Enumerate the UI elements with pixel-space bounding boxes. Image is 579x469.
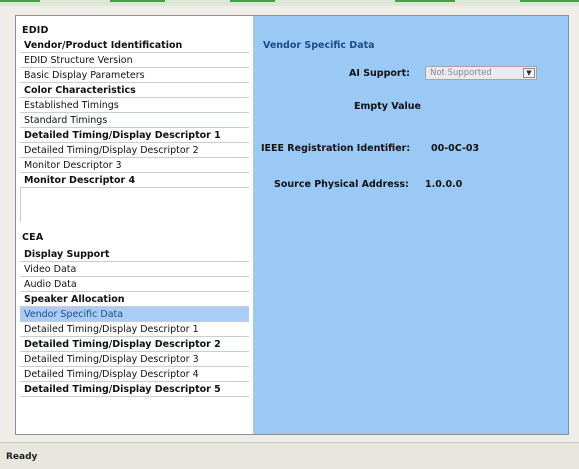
list-item-display-support[interactable]: Display Support	[20, 247, 249, 262]
list-item-video-data[interactable]: Video Data	[20, 262, 249, 277]
empty-value-label: Empty Value	[354, 101, 421, 112]
audio-support-dropdown[interactable]: Not Supported ▼	[425, 66, 537, 80]
list-item-standard-timings[interactable]: Standard Timings	[20, 113, 249, 128]
editor-frame: EDID Vendor/Product Identification EDID …	[15, 15, 569, 435]
list-item-cea-descriptor-4[interactable]: Detailed Timing/Display Descriptor 4	[20, 367, 249, 382]
source-physical-address-value: 1.0.0.0	[425, 179, 463, 190]
list-item-vendor-product[interactable]: Vendor/Product Identification	[20, 38, 249, 53]
list-item-cea-descriptor-2[interactable]: Detailed Timing/Display Descriptor 2	[20, 337, 249, 352]
top-strip	[0, 0, 579, 6]
list-item-basic-display[interactable]: Basic Display Parameters	[20, 68, 249, 83]
list-item-edid-version[interactable]: EDID Structure Version	[20, 53, 249, 68]
list-item-cea-descriptor-5[interactable]: Detailed Timing/Display Descriptor 5	[20, 382, 249, 397]
list-item-audio-data[interactable]: Audio Data	[20, 277, 249, 292]
list-item-monitor-descriptor-3[interactable]: Monitor Descriptor 3	[20, 158, 249, 173]
edid-group-header: EDID	[22, 25, 49, 36]
list-item-speaker-allocation[interactable]: Speaker Allocation	[20, 292, 249, 307]
source-physical-address-label: Source Physical Address:	[274, 179, 409, 190]
list-item-edid-descriptor-2[interactable]: Detailed Timing/Display Descriptor 2	[20, 143, 249, 158]
chevron-down-icon[interactable]: ▼	[523, 68, 535, 78]
status-bar: Ready	[0, 442, 579, 469]
panel-title: Vendor Specific Data	[263, 40, 375, 51]
section-list: EDID Vendor/Product Identification EDID …	[16, 16, 254, 434]
cea-group-header: CEA	[22, 232, 44, 243]
audio-support-label: AI Support:	[349, 68, 410, 79]
list-item-cea-descriptor-1[interactable]: Detailed Timing/Display Descriptor 1	[20, 322, 249, 337]
list-item-established-timings[interactable]: Established Timings	[20, 98, 249, 113]
audio-support-value: Not Supported	[430, 68, 492, 78]
list-item-color-characteristics[interactable]: Color Characteristics	[20, 83, 249, 98]
status-text: Ready	[6, 452, 38, 462]
list-item-cea-descriptor-3[interactable]: Detailed Timing/Display Descriptor 3	[20, 352, 249, 367]
ieee-registration-label: IEEE Registration Identifier:	[261, 143, 411, 154]
list-item-vendor-specific-data[interactable]: Vendor Specific Data	[20, 307, 249, 322]
vendor-specific-data-panel: Vendor Specific Data AI Support: Not Sup…	[253, 16, 568, 434]
ieee-registration-value: 00-0C-03	[431, 143, 480, 154]
list-item-monitor-descriptor-4[interactable]: Monitor Descriptor 4	[20, 173, 249, 188]
list-item-edid-descriptor-1[interactable]: Detailed Timing/Display Descriptor 1	[20, 128, 249, 143]
